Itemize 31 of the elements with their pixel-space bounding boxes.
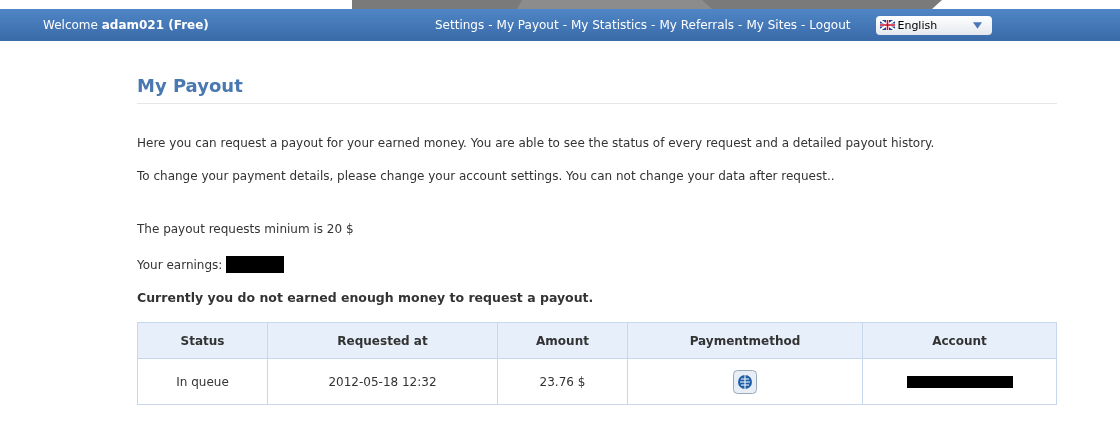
earnings-label: Your earnings:: [137, 257, 223, 272]
redaction-bar: [226, 256, 285, 273]
column-header: Paymentmethod: [627, 322, 863, 359]
table-cell: 2012-05-18 12:32: [267, 358, 498, 405]
globe-icon: [733, 369, 757, 394]
nav-separator: -: [651, 18, 656, 32]
table-cell: In queue: [137, 358, 268, 405]
nav-separator: -: [488, 18, 493, 32]
nav-separator: -: [562, 18, 567, 32]
nav-link[interactable]: My Sites: [746, 18, 797, 32]
column-header: Requested at: [267, 322, 498, 359]
nav-link[interactable]: My Payout: [496, 18, 559, 32]
column-header: Status: [137, 322, 268, 359]
nav-link[interactable]: Settings: [435, 18, 485, 32]
language-select[interactable]: English: [876, 15, 993, 35]
flag-icon: [880, 20, 896, 30]
welcome-text: Welcome adam021 (Free): [43, 18, 210, 32]
page-title: My Payout: [137, 75, 1057, 104]
notice-text: Currently you do not earned enough money to request a payout.: [137, 290, 595, 305]
nav-link[interactable]: My Referrals: [659, 18, 735, 32]
caret-icon: [973, 21, 983, 29]
table-cell: 23.76 $: [497, 358, 628, 405]
column-header: Amount: [497, 322, 628, 359]
nav-separator: -: [801, 18, 806, 32]
paragraph: To change your payment details, please change your account settings. You can not change your data after request..: [137, 169, 836, 184]
column-header: Account: [862, 322, 1057, 359]
nav-separator: -: [738, 18, 743, 32]
paragraph: Here you can request a payout for your earned money. You are able to see the status of every request and a detailed payout history.: [137, 136, 936, 151]
minimum-text: The payout requests minium is 20 $: [137, 222, 355, 237]
nav-link[interactable]: My Statistics: [571, 18, 648, 32]
nav-link[interactable]: Logout: [809, 18, 851, 32]
